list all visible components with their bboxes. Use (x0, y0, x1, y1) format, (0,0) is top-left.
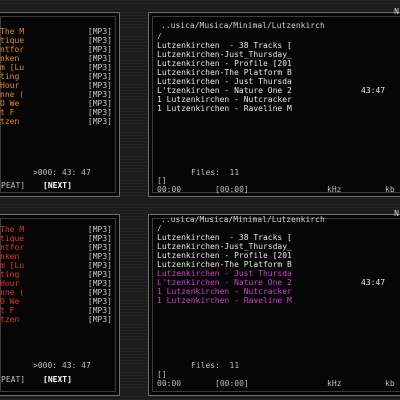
file-item-playing[interactable]: L'tzenkirchen - Nature One 2 43:47 (157, 278, 400, 287)
playlist-row[interactable]: ting [MP3] (0, 72, 116, 81)
total-time: [00:00] (215, 379, 249, 388)
files-label: Files: 11 (191, 168, 240, 177)
status-indicator: [] (157, 370, 167, 379)
file-item[interactable]: 1 Lutzenkirchen - Raveline M (157, 104, 400, 113)
corner-label: N (394, 7, 399, 16)
samplerate-label: kHz (327, 185, 342, 194)
playlist-row[interactable]: O We [MP3] (0, 99, 116, 108)
status-indicator: [] (157, 176, 167, 185)
bottom-browser-window: N ..usica/Musica/Minimal/Lutzenkirch / L… (148, 209, 400, 396)
file-list[interactable]: / Lutzenkirchen - 38 Tracks [ Lutzenkirc… (157, 32, 400, 122)
samplerate-label: kHz (327, 379, 342, 388)
file-item[interactable]: Lutzenkirchen - 38 Tracks [ (157, 41, 400, 50)
file-item[interactable]: Lutzenkirchen - 38 Tracks [ (157, 233, 400, 242)
playlist-row[interactable]: ntfor [MP3] (0, 45, 116, 54)
path-bar: ..usica/Musica/Minimal/Lutzenkirch (161, 215, 325, 224)
bitrate-label: kb (385, 379, 395, 388)
repeat-button[interactable]: PEAT] (1, 375, 25, 384)
playlist-row[interactable]: m [Lu [MP3] (0, 63, 116, 72)
repeat-button[interactable]: PEAT] (1, 181, 25, 190)
playback-time: >000: 43: 47 (33, 168, 91, 177)
playlist-row[interactable]: The M [MP3] (0, 225, 116, 234)
total-time: [00:00] (215, 185, 249, 194)
playlist-row[interactable]: nne ([MP3] (0, 288, 116, 297)
playlist-row[interactable]: t F [MP3] (0, 108, 116, 117)
bitrate-label: kb (385, 185, 395, 194)
playlist-row[interactable]: tzen [MP3] (0, 117, 116, 126)
file-item[interactable]: Lutzenkirchen - Profile [201 (157, 59, 400, 68)
playlist-row[interactable]: tzen [MP3] (0, 315, 116, 324)
playlist-row[interactable]: tique [MP3] (0, 36, 116, 45)
file-list[interactable]: / Lutzenkirchen - 38 Tracks [ Lutzenkirc… (157, 224, 400, 314)
path-bar: ..usica/Musica/Minimal/Lutzenkirch (161, 21, 325, 30)
file-item[interactable]: Lutzenkirchen-The Platform B (157, 260, 400, 269)
playlist-row[interactable]: Hour [MP3] (0, 81, 116, 90)
file-item-queued[interactable]: 1 Lutzenkirchen - Nutcracker (157, 287, 400, 296)
file-item-queued[interactable]: Lutzenkirchen - Just Thursda (157, 269, 400, 278)
file-item[interactable]: Lutzenkirchen - Profile [201 (157, 251, 400, 260)
file-item[interactable]: Lutzenkirchen-The Platform B (157, 68, 400, 77)
playlist-row[interactable]: nne ([MP3] (0, 90, 116, 99)
playlist-row[interactable]: The M [MP3] (0, 27, 116, 36)
file-item[interactable]: Lutzenkirchen-Just_Thursday_ (157, 242, 400, 251)
files-label: Files: 11 (191, 361, 240, 370)
bottom-playlist-list[interactable]: The M [MP3] tique [MP3] ntfor [MP3] nken [MP… (0, 225, 116, 325)
elapsed-time: 00:00 (157, 379, 182, 388)
next-button[interactable]: [NEXT] (43, 181, 72, 190)
playlist-row[interactable]: Hour [MP3] (0, 279, 116, 288)
playlist-row[interactable]: t F [MP3] (0, 306, 116, 315)
playback-time: >000: 43: 47 (33, 361, 91, 370)
playlist-row[interactable]: ntfor [MP3] (0, 243, 116, 252)
file-item-queued[interactable]: 1 Lutzenkirchen - Raveline M (157, 296, 400, 305)
top-playlist-window: The M [MP3] tique [MP3] ntfor [MP3] nken [MP… (0, 12, 120, 197)
playlist-row[interactable]: tique [MP3] (0, 234, 116, 243)
file-item[interactable]: Lutzenkirchen - Just Thursda (157, 77, 400, 86)
parent-dir-item[interactable]: / (157, 224, 400, 233)
playlist-row[interactable]: nken [MP3] (0, 252, 116, 261)
playlist-row[interactable]: O We [MP3] (0, 297, 116, 306)
file-item[interactable]: L'tzenkirchen - Nature One 2 43:47 (157, 86, 400, 95)
bottom-playlist-window: The M [MP3] tique [MP3] ntfor [MP3] nken [MP… (0, 214, 120, 396)
next-button[interactable]: [NEXT] (43, 375, 72, 384)
playlist-row[interactable]: ting [MP3] (0, 270, 116, 279)
file-item[interactable]: Lutzenkirchen-Just_Thursday_ (157, 50, 400, 59)
top-browser-window: N ..usica/Musica/Minimal/Lutzenkirch / L… (148, 7, 400, 197)
playlist-row[interactable]: m [Lu [MP3] (0, 261, 116, 270)
elapsed-time: 00:00 (157, 185, 182, 194)
playlist-row[interactable]: nken [MP3] (0, 54, 116, 63)
corner-label: N (394, 209, 399, 218)
file-item[interactable]: 1 Lutzenkirchen - Nutcracker (157, 95, 400, 104)
parent-dir-item[interactable]: / (157, 32, 400, 41)
top-playlist-list[interactable]: The M [MP3] tique [MP3] ntfor [MP3] nken [MP… (0, 27, 116, 127)
